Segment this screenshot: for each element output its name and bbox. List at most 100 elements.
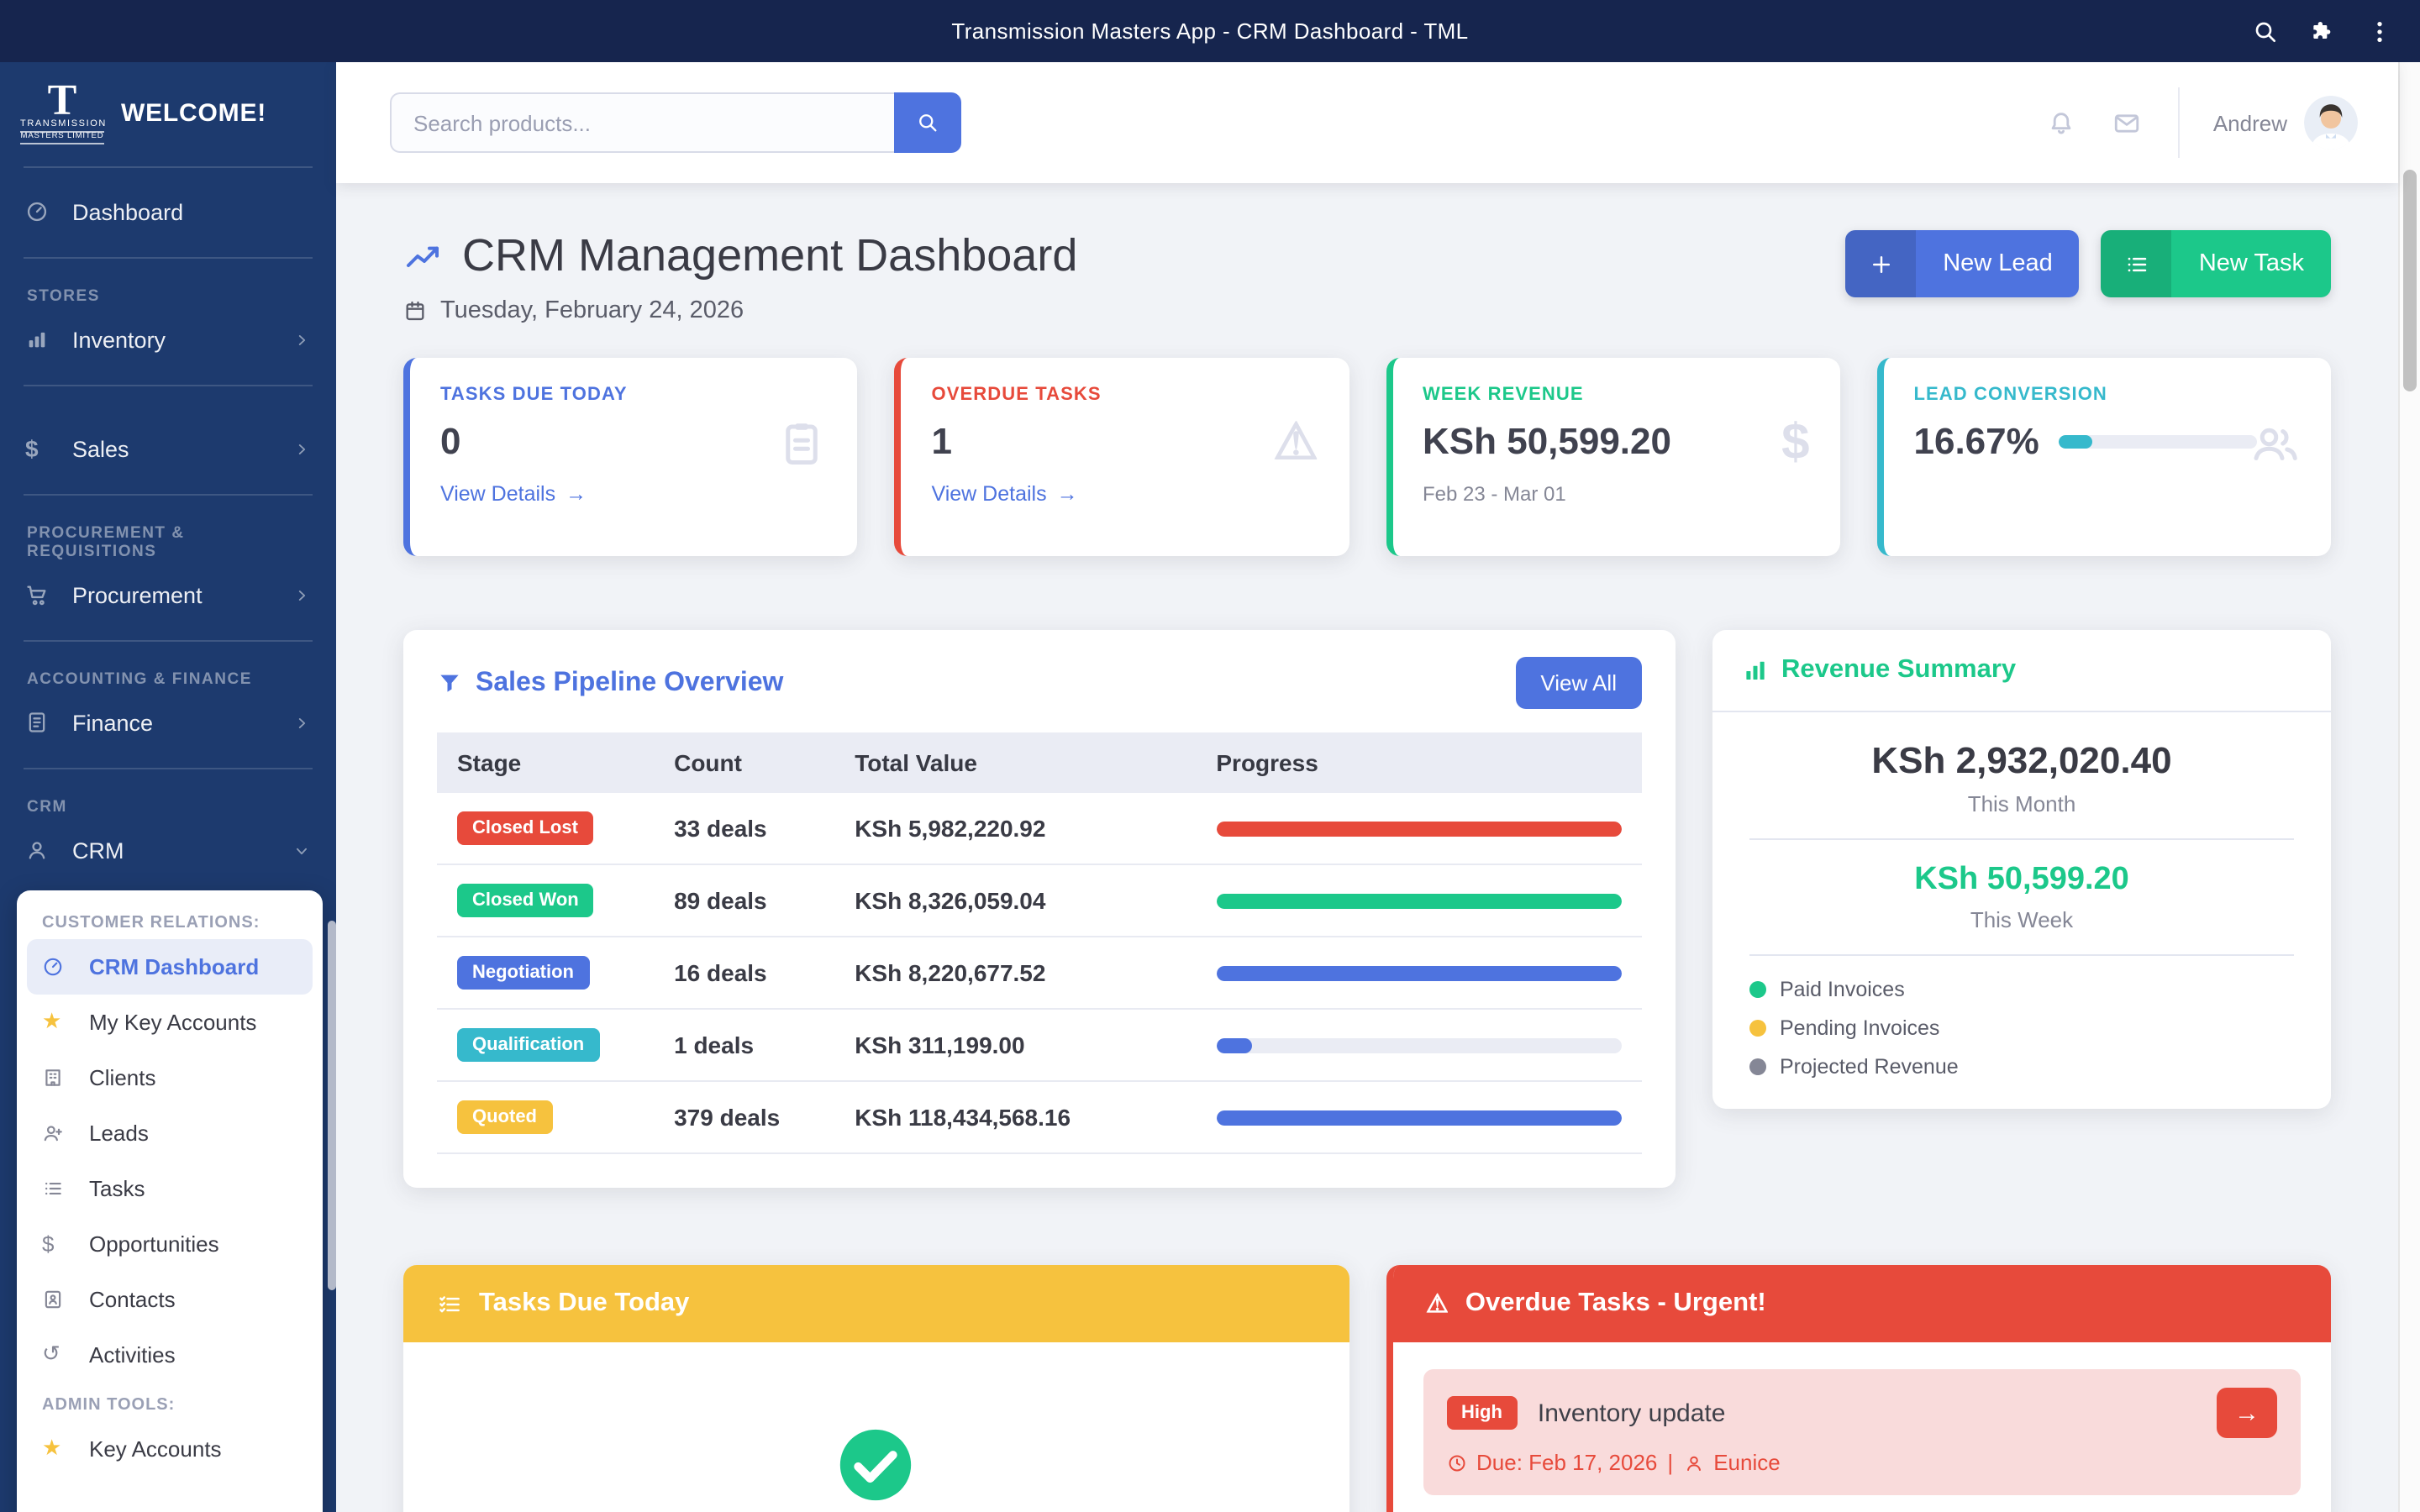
sidebar-section-procurement: PROCUREMENT & REQUISITIONS	[0, 510, 336, 565]
progress-bar	[1216, 1037, 1622, 1053]
stat-date-range: Feb 23 - Mar 01	[1423, 482, 1810, 506]
total-value: KSh 8,220,677.52	[834, 937, 1196, 1009]
app-titlebar: Transmission Masters App - CRM Dashboard…	[0, 0, 2420, 62]
sidebar-item-crm[interactable]: CRM	[0, 821, 336, 879]
stage-badge: Closed Won	[457, 884, 594, 917]
open-task-button[interactable]: →	[2217, 1388, 2277, 1438]
revenue-summary-body: KSh 2,932,020.40 This Month KSh 50,599.2…	[1712, 712, 2331, 1109]
page-content: CRM Management Dashboard Tuesday, Februa…	[336, 183, 2398, 1512]
view-all-button[interactable]: View All	[1515, 657, 1642, 709]
sidebar-item-procurement[interactable]: Procurement	[0, 565, 336, 624]
page-scrollbar[interactable]	[2398, 62, 2420, 1512]
main-area: Andrew	[336, 62, 2398, 1512]
chevron-down-icon	[292, 841, 311, 859]
stat-card-lead-conversion: LEAD CONVERSION 16.67%	[1877, 358, 2332, 556]
bell-icon[interactable]	[2047, 108, 2075, 137]
search-button[interactable]	[894, 92, 961, 153]
submenu-header-customer-relations: CUSTOMER RELATIONS:	[27, 900, 313, 938]
middle-row: Sales Pipeline Overview View All Stage C…	[403, 630, 2331, 1188]
new-lead-button[interactable]: New Lead	[1845, 230, 2080, 297]
submenu-item-my-key-accounts[interactable]: ★ My Key Accounts	[27, 994, 313, 1049]
submenu-item-clients[interactable]: Clients	[27, 1049, 313, 1105]
tasks-due-today-card: Tasks Due Today No tasks due today. Grea…	[403, 1265, 1349, 1512]
table-header-row: Stage Count Total Value Progress	[437, 732, 1642, 793]
pipeline-row: Qualification 1 deals KSh 311,199.00	[437, 1009, 1642, 1081]
submenu-item-tasks[interactable]: Tasks	[27, 1160, 313, 1215]
progress-bar	[1216, 965, 1622, 980]
funnel-icon	[437, 670, 462, 696]
submenu-item-label: Leads	[89, 1120, 149, 1145]
submenu-item-label: Opportunities	[89, 1231, 219, 1256]
scrollbar-thumb[interactable]	[2403, 170, 2417, 391]
view-details-link[interactable]: View Details→	[440, 482, 587, 506]
plus-icon	[1845, 230, 1916, 297]
arrow-right-icon: →	[1057, 482, 1078, 506]
revenue-summary-card: Revenue Summary KSh 2,932,020.40 This Mo…	[1712, 630, 2331, 1109]
chart-line-icon	[403, 236, 444, 276]
total-value: KSh 5,982,220.92	[834, 793, 1196, 864]
sidebar-divider	[24, 493, 313, 495]
brand-initial: T	[20, 82, 104, 119]
building-icon	[42, 1066, 77, 1088]
overdue-tasks-card: ⚠ Overdue Tasks - Urgent! High Inventory…	[1386, 1265, 2331, 1512]
app-window: Transmission Masters App - CRM Dashboard…	[0, 0, 2420, 1512]
pipeline-table: Stage Count Total Value Progress Closed …	[437, 732, 1642, 1154]
meta-separator: |	[1667, 1450, 1673, 1475]
bottom-row: Tasks Due Today No tasks due today. Grea…	[403, 1265, 2331, 1512]
sidebar-item-label: Inventory	[72, 327, 166, 352]
submenu-item-label: Clients	[89, 1064, 156, 1089]
search-input[interactable]	[390, 92, 894, 153]
brand-logo[interactable]: T TRANSMISSION MASTERS LIMITED	[20, 82, 104, 144]
column-header-count: Count	[654, 732, 834, 793]
crm-submenu: CUSTOMER RELATIONS: CRM Dashboard ★ My K…	[17, 890, 323, 1512]
overdue-card-header: ⚠ Overdue Tasks - Urgent!	[1392, 1265, 2331, 1342]
sidebar-scrollbar-thumb[interactable]	[328, 921, 336, 1290]
warning-triangle-icon: ⚠	[1273, 418, 1318, 469]
user-plus-icon	[42, 1121, 77, 1143]
sidebar-divider	[24, 384, 313, 386]
sidebar-item-inventory[interactable]: Inventory	[0, 310, 336, 369]
new-task-button[interactable]: New Task	[2102, 230, 2331, 297]
task-name: Inventory update	[1538, 1399, 1726, 1427]
ledger-icon	[25, 711, 60, 734]
sidebar-item-label: Procurement	[72, 582, 203, 607]
deal-count: 379 deals	[654, 1081, 834, 1153]
stat-value: 1	[932, 420, 1319, 464]
sidebar-item-finance[interactable]: Finance	[0, 693, 336, 752]
overflow-menu-icon[interactable]	[2366, 18, 2393, 45]
page-date: Tuesday, February 24, 2026	[403, 297, 1077, 324]
sidebar-item-dashboard[interactable]: Dashboard	[0, 182, 336, 241]
tasks-card-body: No tasks due today. Great job!	[403, 1342, 1349, 1512]
chevron-right-icon	[292, 585, 311, 604]
submenu-item-label: Key Accounts	[89, 1436, 222, 1461]
stage-badge: Quoted	[457, 1100, 552, 1134]
user-menu[interactable]: Andrew	[2178, 87, 2358, 158]
total-value: KSh 8,326,059.04	[834, 864, 1196, 937]
submenu-item-leads[interactable]: Leads	[27, 1105, 313, 1160]
submenu-item-activities[interactable]: ↺ Activities	[27, 1326, 313, 1382]
stat-value: 16.67%	[1914, 420, 2039, 464]
submenu-item-key-accounts[interactable]: ★ Key Accounts	[27, 1420, 313, 1476]
submenu-item-crm-dashboard[interactable]: CRM Dashboard	[27, 938, 313, 994]
user-name: Andrew	[2213, 110, 2287, 135]
submenu-item-contacts[interactable]: Contacts	[27, 1271, 313, 1326]
user-icon	[1683, 1452, 1703, 1473]
user-icon	[25, 838, 60, 862]
list-icon	[2102, 230, 2172, 297]
sidebar-item-label: Dashboard	[72, 199, 183, 224]
lead-conversion-progress	[2060, 435, 2258, 449]
sidebar-item-sales[interactable]: $ Sales	[0, 419, 336, 478]
extensions-icon[interactable]	[2309, 18, 2336, 45]
total-value: KSh 311,199.00	[834, 1009, 1196, 1081]
search-icon[interactable]	[2252, 18, 2279, 45]
sidebar: T TRANSMISSION MASTERS LIMITED WELCOME! …	[0, 62, 336, 1512]
stat-card-tasks-due: TASKS DUE TODAY 0 View Details→	[403, 358, 858, 556]
submenu-item-opportunities[interactable]: $ Opportunities	[27, 1215, 313, 1271]
envelope-icon[interactable]	[2112, 108, 2141, 137]
pipeline-row: Quoted 379 deals KSh 118,434,568.16	[437, 1081, 1642, 1153]
revenue-summary-title: Revenue Summary	[1712, 630, 2331, 712]
month-revenue-value: KSh 2,932,020.40	[1749, 739, 2294, 783]
overdue-task-row[interactable]: High Inventory update →	[1423, 1369, 2301, 1495]
view-details-link[interactable]: View Details→	[932, 482, 1078, 506]
stats-row: TASKS DUE TODAY 0 View Details→ OVERDUE …	[403, 358, 2331, 556]
